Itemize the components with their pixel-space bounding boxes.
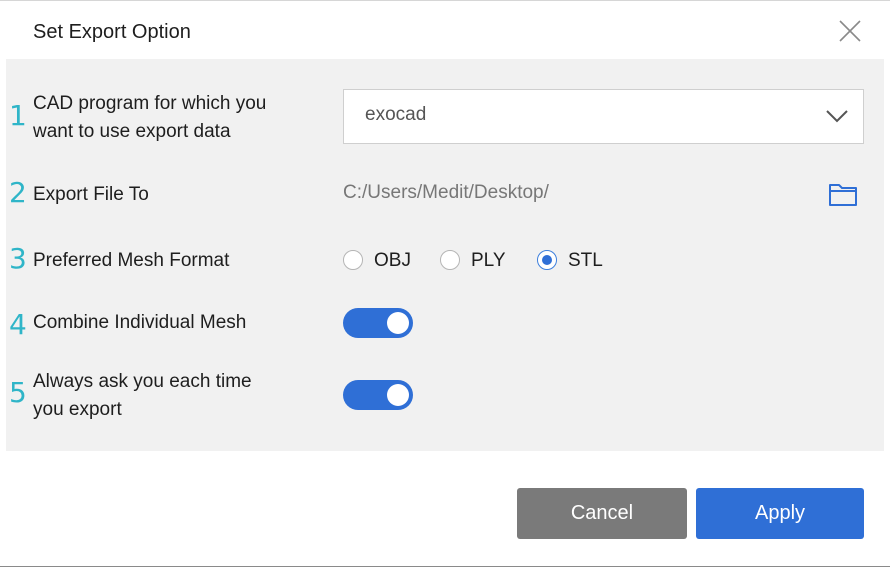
always-ask-label: Always ask you each time you export xyxy=(33,368,252,424)
radio-ply-label: PLY xyxy=(471,250,506,271)
cad-program-selected-value: exocad xyxy=(365,104,427,125)
radio-stl-label: STL xyxy=(568,250,603,271)
cad-program-label-line2: want to use export data xyxy=(33,121,231,142)
export-path-value: C:/Users/Medit/Desktop/ xyxy=(343,182,549,203)
step-number-5: 5 xyxy=(9,376,27,409)
toggle-knob xyxy=(387,384,409,406)
step-number-2: 2 xyxy=(9,176,27,209)
step-number-1: 1 xyxy=(9,99,27,132)
chevron-down-icon xyxy=(825,108,849,124)
radio-ply[interactable]: PLY xyxy=(440,248,520,274)
step-number-4: 4 xyxy=(9,308,27,341)
step-number-3: 3 xyxy=(9,242,27,275)
combine-mesh-label: Combine Individual Mesh xyxy=(33,312,247,333)
export-file-to-label: Export File To xyxy=(33,184,149,205)
radio-obj-label: OBJ xyxy=(374,250,411,271)
toggle-knob xyxy=(387,312,409,334)
cancel-button[interactable]: Cancel xyxy=(517,488,687,539)
radio-stl[interactable]: STL xyxy=(537,248,617,274)
cad-program-label: CAD program for which you want to use ex… xyxy=(33,90,266,146)
radio-ply-circle[interactable] xyxy=(440,250,460,270)
cad-program-label-line1: CAD program for which you xyxy=(33,93,267,114)
mesh-format-label: Preferred Mesh Format xyxy=(33,250,230,271)
export-option-dialog: Set Export Option 1 CAD program for whic… xyxy=(0,0,890,567)
dialog-title: Set Export Option xyxy=(33,21,191,43)
radio-obj[interactable]: OBJ xyxy=(343,248,423,274)
combine-mesh-toggle[interactable] xyxy=(343,308,413,338)
always-ask-toggle[interactable] xyxy=(343,380,413,410)
close-icon[interactable] xyxy=(836,17,864,45)
radio-obj-circle[interactable] xyxy=(343,250,363,270)
apply-button[interactable]: Apply xyxy=(696,488,864,539)
always-ask-label-line2: you export xyxy=(33,399,122,420)
always-ask-label-line1: Always ask you each time xyxy=(33,371,252,392)
folder-icon[interactable] xyxy=(828,179,858,209)
cad-program-select[interactable]: exocad xyxy=(343,89,864,144)
radio-stl-circle[interactable] xyxy=(537,250,557,270)
